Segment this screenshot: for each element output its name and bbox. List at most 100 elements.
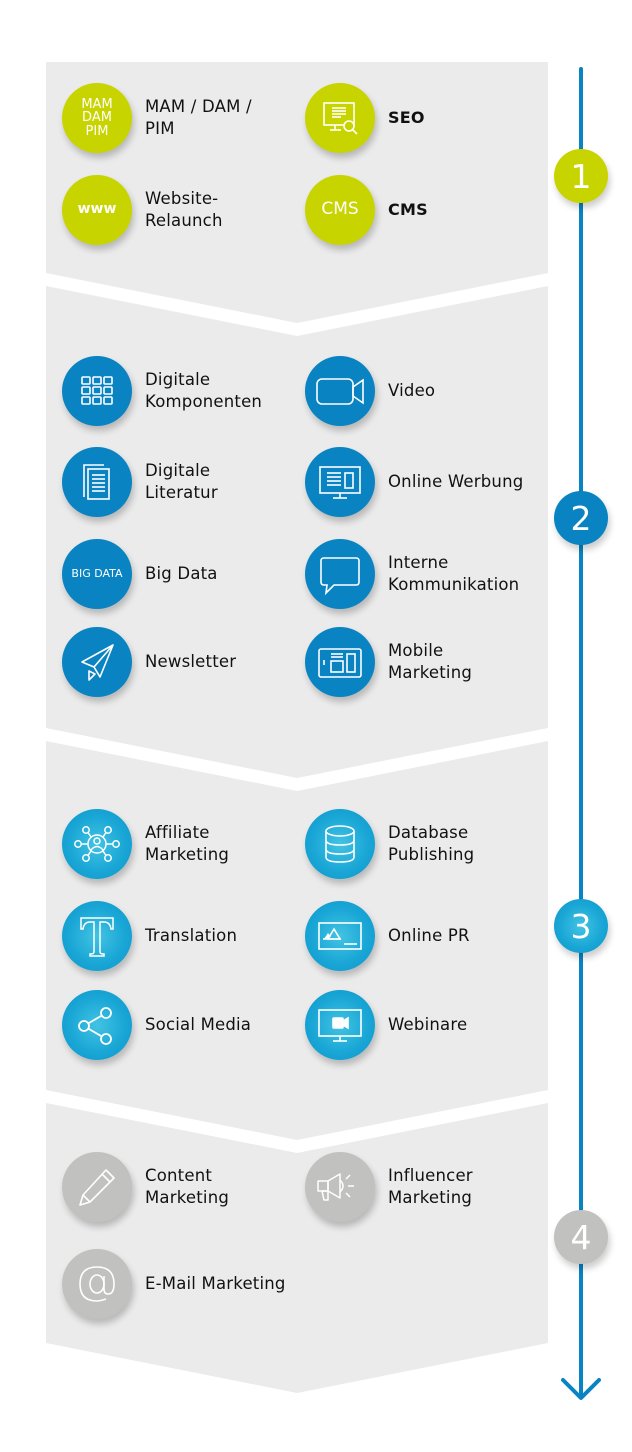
- item-newsletter: Newsletter: [62, 626, 236, 698]
- paper-plane-icon: [62, 627, 132, 697]
- item-label-line: Marketing: [145, 1188, 230, 1207]
- item-label-line: Mobile: [388, 641, 444, 660]
- monitor-search-icon: [305, 83, 375, 153]
- item-online-pr: Online PR: [305, 900, 470, 972]
- item-label-line: Marketing: [388, 663, 473, 682]
- item-label: MAM / DAM / PIM: [145, 96, 252, 140]
- item-label: Digitale Literatur: [145, 460, 218, 504]
- item-label: Affiliate Marketing: [145, 822, 229, 866]
- item-label: Digitale Komponenten: [145, 369, 262, 413]
- icon-text: MAM: [81, 96, 113, 112]
- item-label-line: Webinare: [388, 1015, 468, 1034]
- item-label-line: PIM: [145, 119, 175, 138]
- item-label: SEO: [388, 107, 425, 129]
- item-digitale-literatur: Digitale Literatur: [62, 446, 218, 518]
- item-label-line: Digitale: [145, 461, 211, 480]
- item-label: Webinare: [388, 1014, 467, 1036]
- stage-badge-4: 4: [554, 1210, 608, 1264]
- item-big-data: BIG DATA Big Data: [62, 538, 218, 610]
- item-label-line: Komponenten: [145, 392, 263, 411]
- item-website-relaunch: www Website- Relaunch: [62, 174, 223, 246]
- item-label: CMS: [388, 199, 428, 221]
- icon-text: PIM: [85, 123, 109, 139]
- item-label: Online Werbung: [388, 471, 523, 493]
- item-affiliate-marketing: Affiliate Marketing: [62, 808, 229, 880]
- item-label: Database Publishing: [388, 822, 474, 866]
- item-label: Big Data: [145, 563, 218, 585]
- video-camera-icon: [305, 356, 375, 426]
- item-label: Translation: [145, 925, 237, 947]
- item-label: Video: [388, 380, 435, 402]
- stage-badge-number: 1: [570, 156, 592, 196]
- item-mobile-marketing: Mobile Marketing: [305, 626, 472, 698]
- icon-text: DAM: [82, 110, 112, 126]
- at-sign-icon: [62, 1249, 132, 1319]
- letter-t-icon: [62, 901, 132, 971]
- item-influencer-marketing: Influencer Marketing: [305, 1151, 473, 1223]
- pencil-icon: [62, 1152, 132, 1222]
- stage-badge-3: 3: [554, 899, 608, 953]
- item-webinare: Webinare: [305, 989, 467, 1061]
- item-label-line: Social Media: [145, 1015, 252, 1034]
- monitor-video-icon: [305, 990, 375, 1060]
- item-label: Newsletter: [145, 651, 236, 673]
- item-translation: Translation: [62, 900, 237, 972]
- monitor-ad-icon: [305, 447, 375, 517]
- item-label-line: Marketing: [388, 1188, 473, 1207]
- cms-text-icon: CMS: [305, 175, 375, 245]
- item-label-line: Database: [388, 823, 469, 842]
- item-label-line: Content: [145, 1166, 213, 1185]
- item-label-line: Digitale: [145, 370, 211, 389]
- item-label-line: Video: [388, 381, 436, 400]
- item-label: Social Media: [145, 1014, 251, 1036]
- item-label-line: Website-: [145, 189, 219, 208]
- item-label: Website- Relaunch: [145, 188, 223, 232]
- item-email-marketing: E-Mail Marketing: [62, 1248, 286, 1320]
- item-label-line: Marketing: [145, 845, 230, 864]
- item-label-line: Affiliate: [145, 823, 210, 842]
- item-label-line: Publishing: [388, 845, 475, 864]
- item-label: Content Marketing: [145, 1165, 229, 1209]
- stage-badge-number: 2: [570, 498, 592, 538]
- mam-dam-pim-text-icon: MAM DAM PIM: [62, 83, 132, 153]
- item-label-line: Kommunikation: [388, 575, 520, 594]
- item-label: Online PR: [388, 925, 470, 947]
- item-seo: SEO: [305, 82, 425, 154]
- item-label-line: MAM / DAM /: [145, 97, 252, 116]
- item-label: Interne Kommunikation: [388, 552, 519, 596]
- speech-bubble-icon: [305, 539, 375, 609]
- item-label-line: Influencer: [388, 1166, 473, 1185]
- tablet-icon: [305, 627, 375, 697]
- item-interne-kommunikation: Interne Kommunikation: [305, 538, 519, 610]
- stage-badge-1: 1: [554, 149, 608, 203]
- www-text-icon: www: [62, 175, 132, 245]
- item-social-media: Social Media: [62, 989, 251, 1061]
- item-digitale-komponenten: Digitale Komponenten: [62, 355, 262, 427]
- database-icon: [305, 809, 375, 879]
- item-label-line: E-Mail Marketing: [145, 1274, 286, 1293]
- item-label-line: Relaunch: [145, 211, 223, 230]
- item-cms: CMS CMS: [305, 174, 428, 246]
- item-label-line: Translation: [145, 926, 238, 945]
- item-label: Mobile Marketing: [388, 640, 472, 684]
- item-label: Influencer Marketing: [388, 1165, 473, 1209]
- stage-badge-number: 4: [570, 1217, 592, 1257]
- network-person-icon: [62, 809, 132, 879]
- item-database-publishing: Database Publishing: [305, 808, 474, 880]
- item-label-line: Newsletter: [145, 652, 237, 671]
- stage-badge-number: 3: [570, 906, 592, 946]
- item-content-marketing: Content Marketing: [62, 1151, 229, 1223]
- share-icon: [62, 990, 132, 1060]
- item-label: E-Mail Marketing: [145, 1273, 286, 1295]
- megaphone-icon: [305, 1152, 375, 1222]
- grid-icon: [62, 356, 132, 426]
- item-mam-dam-pim: MAM DAM PIM MAM / DAM / PIM: [62, 82, 252, 154]
- item-online-werbung: Online Werbung: [305, 446, 523, 518]
- big-data-text-icon: BIG DATA: [62, 539, 132, 609]
- item-label-line: Interne: [388, 553, 449, 572]
- documents-icon: [62, 447, 132, 517]
- item-label-line: CMS: [388, 200, 428, 219]
- stage-badge-2: 2: [554, 491, 608, 545]
- item-label-line: Online Werbung: [388, 472, 524, 491]
- item-video: Video: [305, 355, 435, 427]
